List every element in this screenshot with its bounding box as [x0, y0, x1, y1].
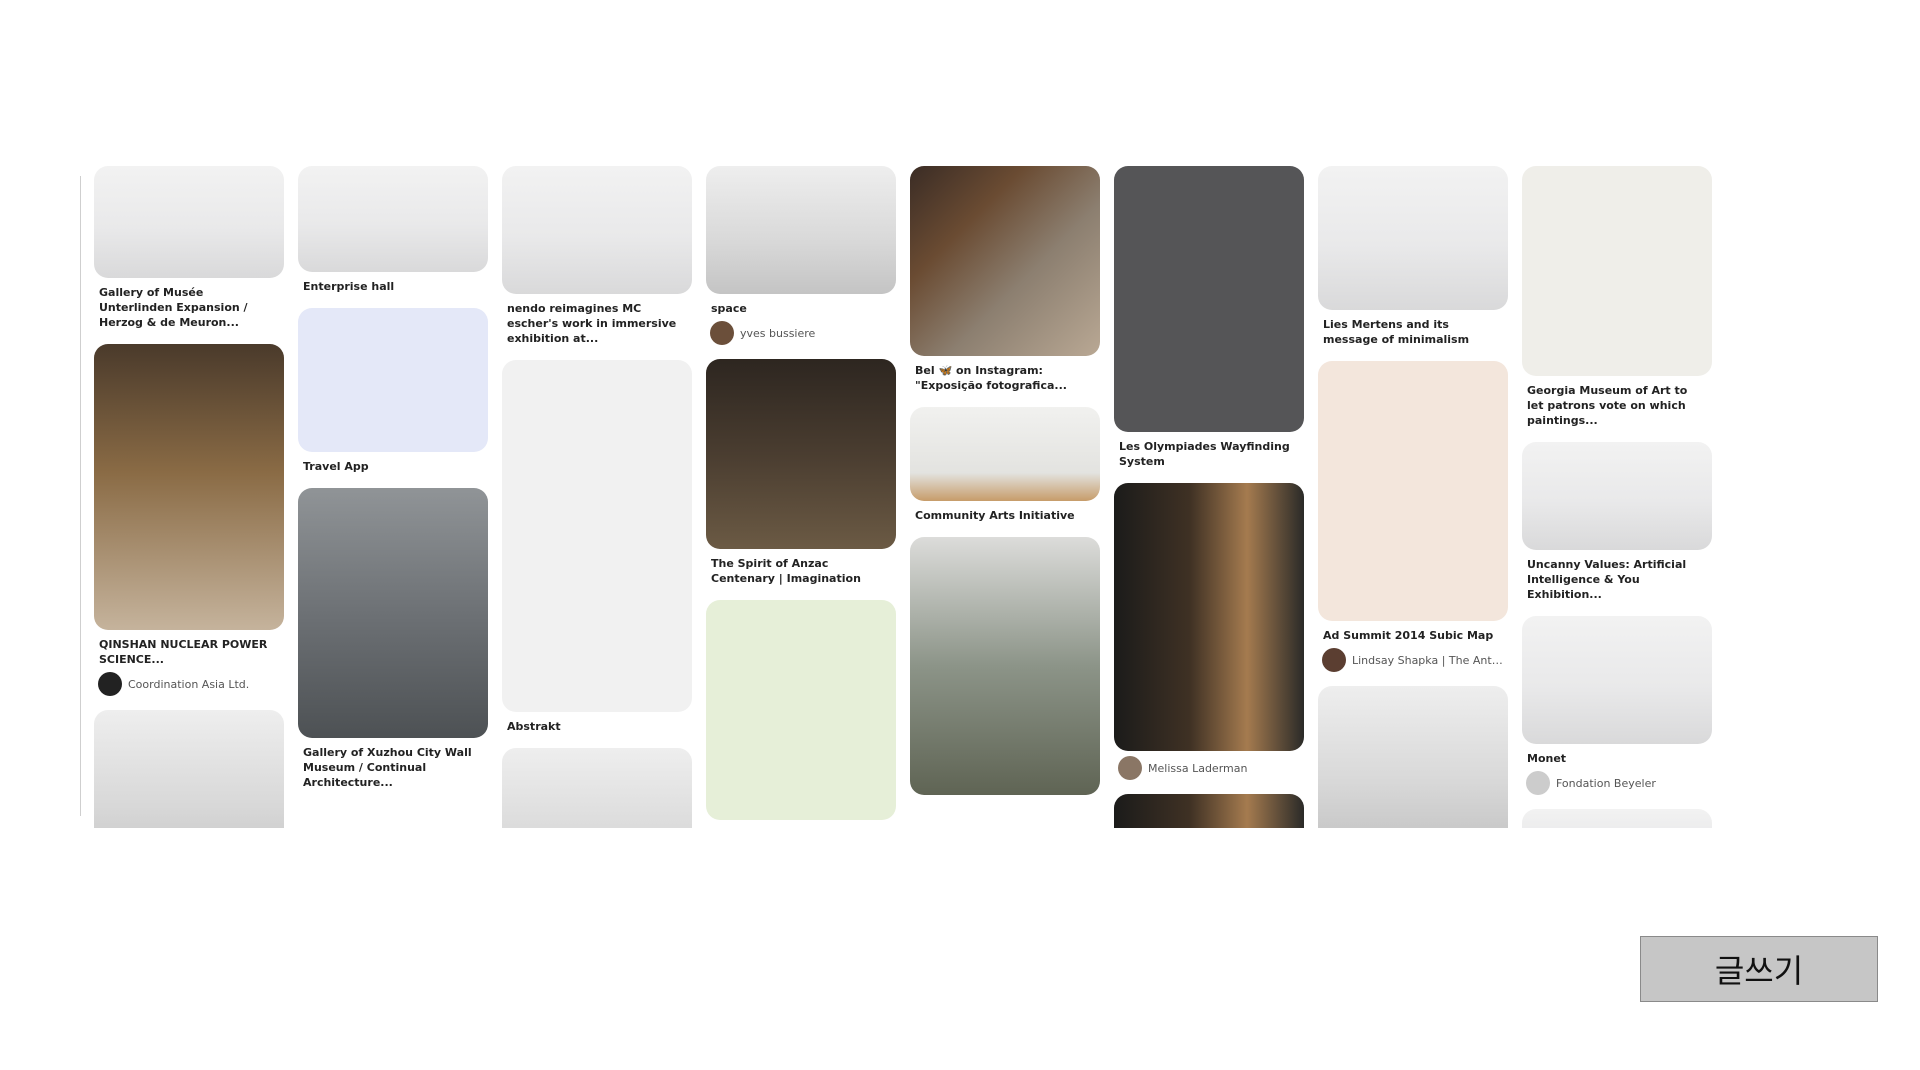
pin-card[interactable]: Community Arts Initiative	[910, 407, 1100, 523]
pin-card[interactable]: QINSHAN NUCLEAR POWER SCIENCE... Coordina…	[94, 344, 284, 696]
pin-card[interactable]: space yves bussiere	[706, 166, 896, 345]
pin-author[interactable]: Melissa Laderman	[1114, 751, 1304, 780]
pin-title[interactable]: nendo reimagines MC escher's work in imm…	[502, 294, 692, 346]
pin-column: Enterprise hall Travel App Gallery of Xuzh…	[298, 166, 488, 804]
pin-author[interactable]: Coordination Asia Ltd.	[94, 667, 284, 696]
author-avatar[interactable]	[1526, 771, 1550, 795]
pin-title[interactable]: Les Olympiades Wayfinding System	[1114, 432, 1304, 469]
pin-title[interactable]: Georgia Museum of Art to let patrons vot…	[1522, 376, 1712, 428]
left-divider	[80, 176, 81, 816]
pin-card[interactable]: Melissa Laderman	[1114, 483, 1304, 780]
pin-image[interactable]	[298, 166, 488, 272]
pin-image[interactable]	[1318, 361, 1508, 621]
pin-column: space yves bussiere The Spirit of Anzac Ce…	[706, 166, 896, 828]
pin-image[interactable]	[298, 308, 488, 452]
pin-card[interactable]	[1522, 809, 1712, 828]
pin-title[interactable]: Travel App	[298, 452, 488, 474]
pin-image[interactable]	[94, 344, 284, 630]
pin-author[interactable]: Lindsay Shapka | The Anthro...	[1318, 643, 1508, 672]
pin-image[interactable]	[706, 359, 896, 549]
pin-image[interactable]	[502, 166, 692, 294]
pin-title[interactable]: Gallery of Xuzhou City Wall Museum / Con…	[298, 738, 488, 790]
pin-column: Gallery of Musée Unterlinden Expansion /…	[94, 166, 284, 828]
pin-card[interactable]: Lies Mertens and its message of minimali…	[1318, 166, 1508, 347]
pin-image[interactable]	[1318, 686, 1508, 828]
pin-card[interactable]: nendo reimagines MC escher's work in imm…	[502, 166, 692, 346]
pin-image[interactable]	[502, 360, 692, 712]
pin-card[interactable]: Bel 🦋 on Instagram: "Exposição fotografi…	[910, 166, 1100, 393]
pin-image[interactable]	[706, 600, 896, 820]
pin-card[interactable]	[1318, 686, 1508, 828]
author-avatar[interactable]	[98, 672, 122, 696]
pin-column: Les Olympiades Wayfinding System Melissa …	[1114, 166, 1304, 828]
pin-image[interactable]	[1522, 809, 1712, 828]
pin-title[interactable]: Uncanny Values: Artificial Intelligence …	[1522, 550, 1712, 602]
pin-title[interactable]: Lies Mertens and its message of minimali…	[1318, 310, 1508, 347]
pin-image[interactable]	[1522, 616, 1712, 744]
pin-image[interactable]	[94, 710, 284, 828]
pin-column: nendo reimagines MC escher's work in imm…	[502, 166, 692, 828]
author-name[interactable]: Coordination Asia Ltd.	[128, 678, 249, 691]
pin-title[interactable]: Gallery of Musée Unterlinden Expansion /…	[94, 278, 284, 330]
pin-image[interactable]	[1114, 483, 1304, 751]
pin-card[interactable]: Uncanny Values: Artificial Intelligence …	[1522, 442, 1712, 602]
pin-image[interactable]	[910, 407, 1100, 501]
pin-image[interactable]	[706, 166, 896, 294]
pin-image[interactable]	[1114, 794, 1304, 828]
pin-card[interactable]: Georgia Museum of Art to let patrons vot…	[1522, 166, 1712, 428]
author-avatar[interactable]	[1322, 648, 1346, 672]
pin-card[interactable]	[706, 600, 896, 820]
pin-image[interactable]	[94, 166, 284, 278]
pin-title[interactable]: Monet	[1522, 744, 1712, 766]
write-post-button[interactable]: 글쓰기	[1640, 936, 1878, 1002]
pin-title[interactable]: Community Arts Initiative	[910, 501, 1100, 523]
pin-card[interactable]: Monet Fondation Beyeler	[1522, 616, 1712, 795]
pin-card[interactable]: Les Olympiades Wayfinding System	[1114, 166, 1304, 469]
author-name[interactable]: Fondation Beyeler	[1556, 777, 1656, 790]
pin-card[interactable]: The Spirit of Anzac Centenary | Imaginat…	[706, 359, 896, 586]
pin-card[interactable]	[910, 537, 1100, 795]
pin-image[interactable]	[1318, 166, 1508, 310]
pin-column: Bel 🦋 on Instagram: "Exposição fotografi…	[910, 166, 1100, 809]
pin-card[interactable]: Enterprise hall	[298, 166, 488, 294]
pin-image[interactable]	[1522, 442, 1712, 550]
pin-card[interactable]: Gallery of Xuzhou City Wall Museum / Con…	[298, 488, 488, 790]
author-avatar[interactable]	[710, 321, 734, 345]
pin-card[interactable]	[502, 748, 692, 828]
author-name[interactable]: yves bussiere	[740, 327, 815, 340]
pin-column: Lies Mertens and its message of minimali…	[1318, 166, 1508, 828]
pin-image[interactable]	[298, 488, 488, 738]
author-name[interactable]: Melissa Laderman	[1148, 762, 1247, 775]
pin-title[interactable]: Enterprise hall	[298, 272, 488, 294]
pin-title[interactable]: space	[706, 294, 896, 316]
pin-image[interactable]	[910, 166, 1100, 356]
pin-title[interactable]: QINSHAN NUCLEAR POWER SCIENCE...	[94, 630, 284, 667]
pin-title[interactable]: Bel 🦋 on Instagram: "Exposição fotografi…	[910, 356, 1100, 393]
pin-card[interactable]: Travel App	[298, 308, 488, 474]
pin-title[interactable]: Abstrakt	[502, 712, 692, 734]
pin-card[interactable]: Ad Summit 2014 Subic Map Lindsay Shapka |…	[1318, 361, 1508, 672]
pin-author[interactable]: Fondation Beyeler	[1522, 766, 1712, 795]
pin-image[interactable]	[502, 748, 692, 828]
pin-card[interactable]	[1114, 794, 1304, 828]
pin-author[interactable]: yves bussiere	[706, 316, 896, 345]
pin-card[interactable]: Gallery of Musée Unterlinden Expansion /…	[94, 166, 284, 330]
pin-board: Gallery of Musée Unterlinden Expansion /…	[94, 166, 1714, 828]
pin-title[interactable]: Ad Summit 2014 Subic Map	[1318, 621, 1508, 643]
pin-card[interactable]	[94, 710, 284, 828]
pin-card[interactable]: Abstrakt	[502, 360, 692, 734]
pin-column: Georgia Museum of Art to let patrons vot…	[1522, 166, 1712, 828]
author-avatar[interactable]	[1118, 756, 1142, 780]
pin-image[interactable]	[1522, 166, 1712, 376]
pin-image[interactable]	[1114, 166, 1304, 432]
pin-image[interactable]	[910, 537, 1100, 795]
page: Gallery of Musée Unterlinden Expansion /…	[0, 0, 1920, 1070]
pin-title[interactable]: The Spirit of Anzac Centenary | Imaginat…	[706, 549, 896, 586]
author-name[interactable]: Lindsay Shapka | The Anthro...	[1352, 654, 1504, 667]
